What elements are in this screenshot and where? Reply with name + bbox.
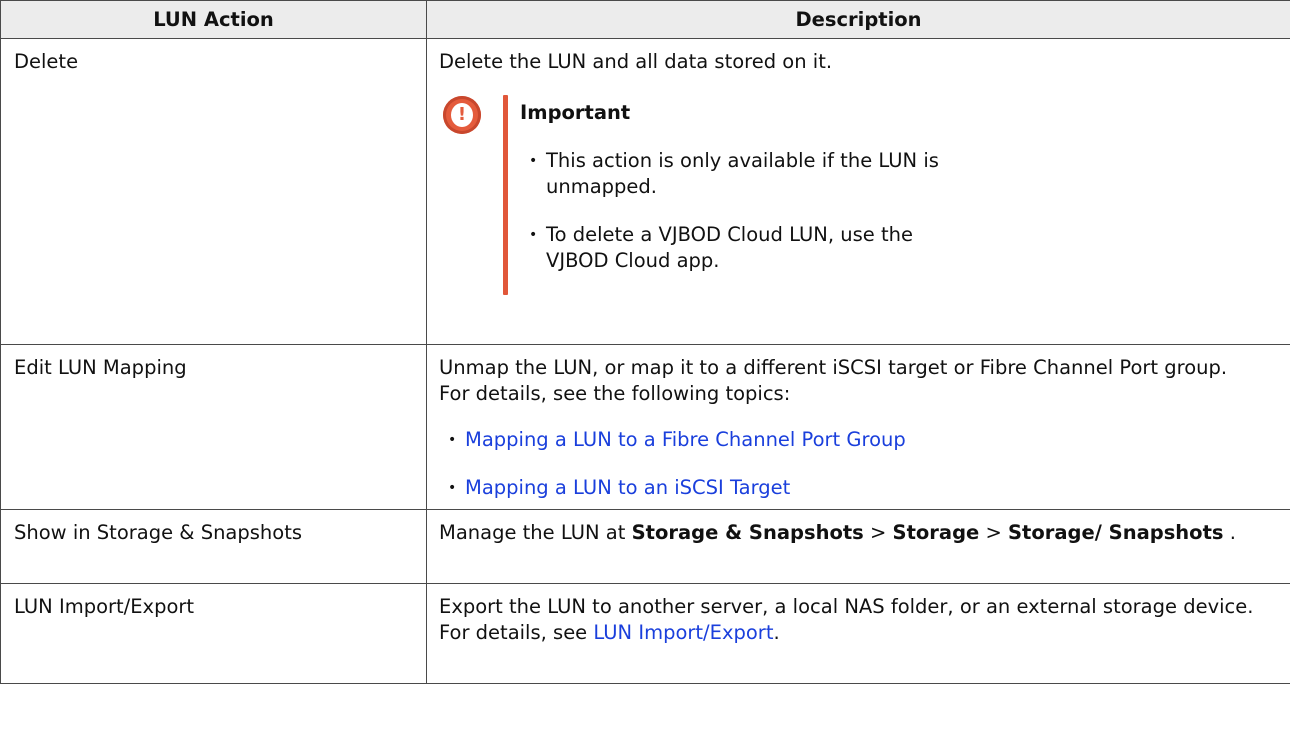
link-iscsi-mapping[interactable]: Mapping a LUN to an iSCSI Target — [465, 476, 790, 499]
path-storage-snapshots-page: Storage/ Snapshots — [1008, 521, 1224, 544]
description-cell: Unmap the LUN, or map it to a different … — [426, 344, 1290, 510]
description-text: Delete the LUN and all data stored on it… — [439, 50, 833, 73]
table-row-lun-import-export: LUN Import/Export Export the LUN to anot… — [0, 583, 1290, 684]
description-text: Manage the LUN at Storage & Snapshots > … — [439, 521, 1236, 544]
table-row-edit-lun-mapping: Edit LUN Mapping Unmap the LUN, or map i… — [0, 344, 1290, 510]
note-body: Important This action is only available … — [508, 95, 946, 295]
list-item: Mapping a LUN to an iSCSI Target — [439, 475, 1277, 501]
link-lun-import-export[interactable]: LUN Import/Export — [593, 621, 773, 644]
action-cell: Delete — [0, 38, 427, 345]
header-description: Description — [426, 0, 1290, 39]
lun-actions-table: LUN Action Description Delete Delete the… — [0, 0, 1290, 684]
important-note: ! Important This action is only availabl… — [439, 95, 1277, 295]
path-storage-snapshots: Storage & Snapshots — [631, 521, 864, 544]
note-list: This action is only available if the LUN… — [520, 148, 946, 274]
description-cell: Export the LUN to another server, a loca… — [426, 583, 1290, 684]
description-cell: Manage the LUN at Storage & Snapshots > … — [426, 509, 1290, 584]
note-title: Important — [520, 101, 631, 124]
list-item: Mapping a LUN to a Fibre Channel Port Gr… — [439, 427, 1277, 453]
action-cell: Show in Storage & Snapshots — [0, 509, 427, 584]
action-cell: LUN Import/Export — [0, 583, 427, 684]
link-fibre-channel-mapping[interactable]: Mapping a LUN to a Fibre Channel Port Gr… — [465, 428, 906, 451]
topic-links: Mapping a LUN to a Fibre Channel Port Gr… — [439, 427, 1277, 501]
description-text: Export the LUN to another server, a loca… — [439, 595, 1254, 618]
table-row-delete: Delete Delete the LUN and all data store… — [0, 38, 1290, 345]
description-cell: Delete the LUN and all data stored on it… — [426, 38, 1290, 345]
list-item: This action is only available if the LUN… — [520, 148, 946, 200]
details-text: For details, see LUN Import/Export. — [439, 621, 780, 644]
table-header-row: LUN Action Description — [0, 0, 1290, 39]
description-text: Unmap the LUN, or map it to a different … — [439, 356, 1228, 379]
alert-icon: ! — [443, 96, 481, 134]
header-lun-action: LUN Action — [0, 0, 427, 39]
details-text: For details, see the following topics: — [439, 382, 791, 405]
action-cell: Edit LUN Mapping — [0, 344, 427, 510]
list-item: To delete a VJBOD Cloud LUN, use the VJB… — [520, 222, 946, 274]
path-storage: Storage — [892, 521, 980, 544]
table-row-show-in-storage: Show in Storage & Snapshots Manage the L… — [0, 509, 1290, 584]
